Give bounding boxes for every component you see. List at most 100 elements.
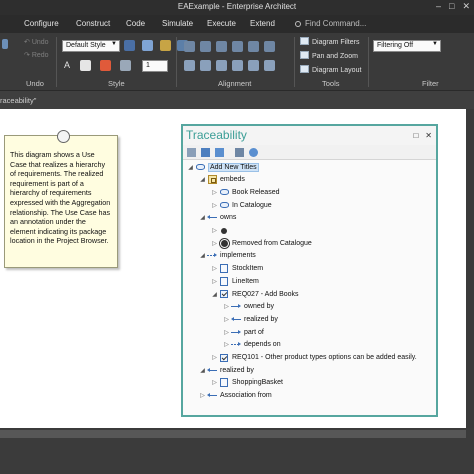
expand-arrow-icon[interactable]: ▷ — [198, 392, 207, 399]
menu-construct[interactable]: Construct — [76, 19, 110, 28]
line-style-icon[interactable] — [120, 60, 131, 71]
requirement-icon — [219, 290, 229, 299]
minimize-icon[interactable]: – — [436, 1, 441, 12]
collapse-arrow-icon[interactable]: ◢ — [198, 252, 207, 259]
close-icon[interactable]: ✕ — [462, 1, 470, 12]
font-icon[interactable]: A — [64, 60, 70, 70]
line-width-input[interactable]: 1 — [142, 60, 168, 72]
tree-row[interactable]: ◢ REQ027 - Add Books — [210, 288, 299, 300]
trace-help-icon[interactable] — [249, 148, 258, 157]
trace-locate-icon[interactable] — [215, 148, 224, 157]
style-combo[interactable]: Default Style ▼ — [62, 40, 120, 52]
diagram-layout-button[interactable]: Diagram Layout — [300, 65, 361, 74]
paste-icon[interactable] — [2, 39, 8, 49]
expand-arrow-icon[interactable]: ▷ — [210, 354, 219, 361]
tree-row[interactable]: ◢ realized by — [198, 364, 254, 376]
tree-row[interactable]: ▷ Association from — [198, 390, 272, 402]
menu-configure[interactable]: Configure — [24, 19, 59, 28]
align-center-icon[interactable] — [200, 41, 211, 52]
align-left-icon[interactable] — [184, 41, 195, 52]
tree-row-label: realized by — [220, 366, 254, 374]
line-color-icon[interactable] — [100, 60, 111, 71]
menu-code[interactable]: Code — [126, 19, 145, 28]
horizontal-scrollbar[interactable] — [0, 430, 466, 438]
collapse-arrow-icon[interactable]: ◢ — [198, 214, 207, 221]
same-height-icon[interactable] — [200, 60, 211, 71]
undo-label: Undo — [31, 39, 49, 46]
arrow-right-icon — [231, 302, 241, 311]
expand-arrow-icon[interactable]: ▷ — [222, 316, 231, 323]
same-width-icon[interactable] — [184, 60, 195, 71]
menu-execute[interactable]: Execute — [207, 19, 236, 28]
tree-row[interactable]: ▷ realized by — [222, 313, 278, 325]
tree-row[interactable]: ▷ In Catalogue — [210, 199, 272, 211]
expand-arrow-icon[interactable]: ▷ — [222, 329, 231, 336]
expand-arrow-icon[interactable]: ▷ — [210, 189, 219, 196]
tree-row[interactable]: ◢ owns — [198, 212, 236, 224]
expand-arrow-icon[interactable]: ▷ — [210, 202, 219, 209]
tree-row[interactable]: ▷ StockItem — [210, 263, 263, 275]
collapse-arrow-icon[interactable]: ◢ — [198, 176, 207, 183]
maximize-icon[interactable]: □ — [449, 1, 454, 12]
tree-row[interactable]: ▷ owned by — [222, 301, 274, 313]
tree-row-label: Add New Titles — [208, 162, 259, 172]
note-anchor-handle[interactable] — [57, 130, 70, 143]
tree-row[interactable]: ◢ Add New Titles — [186, 161, 259, 173]
arrow-right-icon — [231, 328, 241, 337]
trace-filter-icon[interactable] — [235, 148, 244, 157]
trace-view-icon[interactable] — [201, 148, 210, 157]
diagram-breadcrumb[interactable]: raceability" — [0, 91, 474, 109]
tree-row[interactable]: ▷ Removed from Catalogue — [210, 237, 312, 249]
traceability-window[interactable]: Traceability □ ✕ ◢ Add New Titles ◢ embeds ▷… — [181, 124, 438, 417]
collapse-arrow-icon[interactable]: ◢ — [198, 367, 207, 374]
menu-simulate[interactable]: Simulate — [162, 19, 193, 28]
filter-combo-value: Filtering Off — [377, 42, 414, 49]
tree-row[interactable]: ◢ embeds — [198, 174, 245, 186]
expand-arrow-icon[interactable]: ▷ — [210, 265, 219, 272]
expand-arrow-icon[interactable]: ▷ — [210, 240, 219, 247]
filter-combo[interactable]: Filtering Off ▼ — [373, 40, 441, 52]
align-middle-icon[interactable] — [264, 41, 275, 52]
collapse-arrow-icon[interactable]: ◢ — [210, 291, 219, 298]
undo-button[interactable]: ↶ Undo — [24, 38, 49, 46]
collapse-arrow-icon[interactable]: ◢ — [186, 164, 195, 171]
tree-row-label: owned by — [244, 303, 274, 311]
expand-arrow-icon[interactable]: ▷ — [210, 278, 219, 285]
tree-row[interactable]: ▷ — [210, 225, 232, 237]
tree-row[interactable]: ▷ depends on — [222, 339, 280, 351]
tree-row-label: StockItem — [232, 265, 264, 273]
pan-zoom-button[interactable]: Pan and Zoom — [300, 51, 358, 60]
arrow-left-icon — [231, 315, 241, 324]
tree-row[interactable]: ◢ implements — [198, 250, 256, 262]
tree-row-label: part of — [244, 328, 264, 336]
menu-extend[interactable]: Extend — [250, 19, 275, 28]
diagram-filters-button[interactable]: Diagram Filters — [300, 37, 359, 46]
tree-row[interactable]: ▷ ShoppingBasket — [210, 377, 283, 389]
expand-arrow-icon[interactable]: ▷ — [222, 341, 231, 348]
diagram-note[interactable]: This diagram shows a Use Case that reali… — [4, 130, 118, 268]
format-painter-icon[interactable] — [142, 40, 153, 51]
expand-arrow-icon[interactable]: ▷ — [222, 303, 231, 310]
tree-row[interactable]: ▷ part of — [222, 326, 264, 338]
apply-style-icon[interactable] — [124, 40, 135, 51]
find-command[interactable]: Find Command... — [295, 19, 366, 28]
distribute-icon[interactable] — [232, 60, 243, 71]
expand-arrow-icon[interactable]: ▷ — [210, 227, 219, 234]
close-icon[interactable]: ✕ — [425, 131, 432, 140]
align-right-icon[interactable] — [216, 41, 227, 52]
align-bottom-icon[interactable] — [248, 41, 259, 52]
send-back-icon[interactable] — [264, 60, 275, 71]
redo-button[interactable]: ↷ Redo — [24, 51, 49, 59]
bring-front-icon[interactable] — [248, 60, 259, 71]
align-top-icon[interactable] — [232, 41, 243, 52]
tree-row[interactable]: ▷ REQ101 - Other product types options ca… — [210, 352, 417, 364]
tree-row[interactable]: ▷ Book Released — [210, 186, 279, 198]
restore-icon[interactable]: □ — [413, 131, 418, 140]
tree-row[interactable]: ▷ LineItem — [210, 275, 259, 287]
style-brush-icon[interactable] — [160, 40, 171, 51]
space-evenly-icon[interactable] — [216, 60, 227, 71]
fill-color-icon[interactable] — [80, 60, 91, 71]
trace-options-icon[interactable] — [187, 148, 196, 157]
expand-arrow-icon[interactable]: ▷ — [210, 379, 219, 386]
undo-group-label: Undo — [26, 79, 44, 88]
